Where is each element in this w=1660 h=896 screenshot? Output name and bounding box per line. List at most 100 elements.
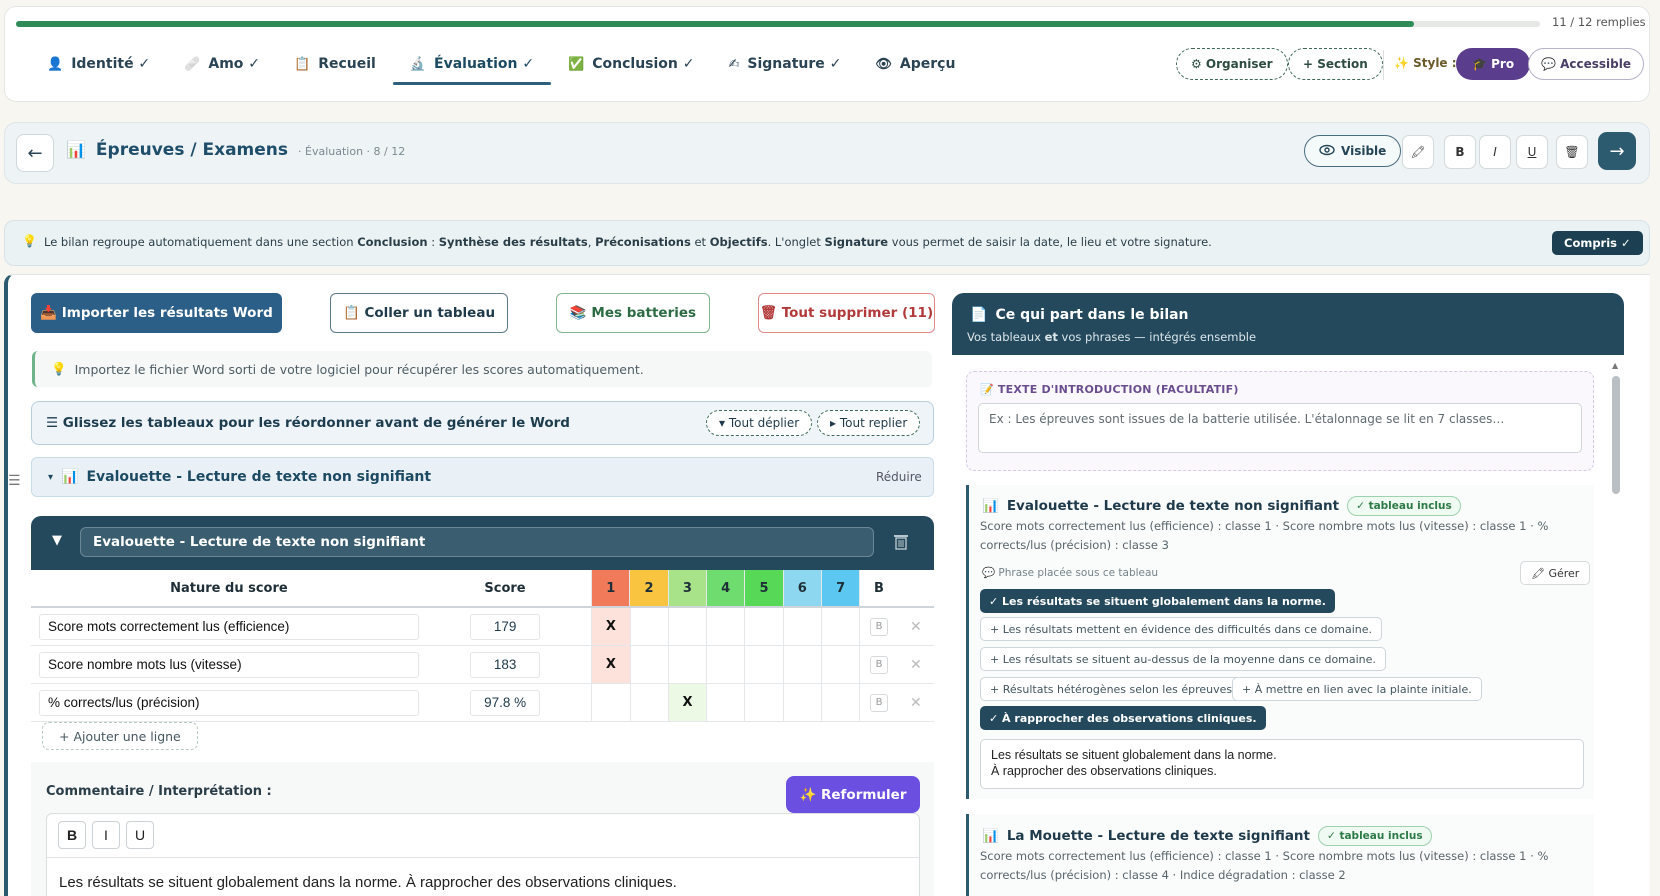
drag-handle-icon[interactable]: ☰ (8, 473, 21, 489)
table-name-input[interactable]: Evalouette - Lecture de texte non signif… (80, 527, 874, 557)
phrase-chip[interactable]: + À mettre en lien avec la plainte initi… (1232, 677, 1482, 701)
score-value-input[interactable]: 183 (470, 651, 541, 678)
chart-icon: 📊 (982, 498, 999, 514)
column-header-class-2: 2 (629, 570, 668, 606)
class-cell-3[interactable] (667, 608, 706, 645)
class-cell-3[interactable]: X (667, 684, 707, 721)
close-icon[interactable]: ✕ (910, 619, 922, 635)
collapse-table-toggle[interactable]: ▼ (52, 533, 62, 548)
class-cell-4[interactable] (706, 684, 744, 721)
tab-evaluation[interactable]: 🔬 Évaluation ✓ (392, 50, 552, 85)
score-value-input[interactable]: 179 (470, 613, 541, 640)
trash-icon[interactable] (893, 533, 909, 554)
column-header-b: B (859, 570, 897, 606)
phrase-chip[interactable]: + Les résultats se situent au-dessus de … (980, 647, 1386, 671)
score-nature-input[interactable]: Score mots correctement lus (efficience) (39, 613, 419, 640)
reformulate-button[interactable]: ✨ Reformuler (786, 776, 920, 813)
column-header-class-4: 4 (706, 570, 745, 606)
phrase-chip[interactable]: + Les résultats mettent en évidence des … (980, 617, 1383, 641)
table-header-row: Nature du score Score 1 2 3 4 5 6 7 B (31, 570, 934, 608)
editor-bold-button[interactable]: B (58, 821, 86, 849)
class-cell-2[interactable] (629, 608, 668, 645)
score-nature-input[interactable]: Score nombre mots lus (vitesse) (39, 651, 419, 678)
chart-icon: 📊 (982, 828, 999, 844)
delete-all-button[interactable]: 🗑 Tout supprimer (11) (758, 293, 935, 333)
class-cell-1[interactable]: X (591, 608, 630, 645)
info-banner-text: Le bilan regroupe automatiquement dans u… (44, 235, 1212, 249)
class-cell-4[interactable] (706, 646, 744, 683)
section-position: · Évaluation · 8 / 12 (298, 145, 406, 158)
bold-row-toggle[interactable]: B (870, 655, 889, 674)
bold-row-toggle[interactable]: B (870, 693, 889, 712)
dismiss-banner-button[interactable]: Compris ✓ (1552, 231, 1643, 255)
class-cell-5[interactable] (744, 608, 782, 645)
highlight-button[interactable]: 🖍 (1402, 135, 1434, 169)
score-value-input[interactable]: 97.8 % (470, 689, 541, 716)
table-row: Score mots correctement lus (efficience)… (31, 608, 934, 646)
lightbulb-icon: 💡 (22, 234, 37, 248)
class-cell-1[interactable] (591, 684, 629, 721)
underline-button[interactable]: U (1516, 135, 1548, 169)
bold-button[interactable]: B (1444, 135, 1476, 169)
comment-text-area[interactable]: Les résultats se situent globalement dan… (59, 874, 677, 891)
italic-button[interactable]: I (1479, 135, 1511, 169)
import-word-button[interactable]: 📥 Importer les résultats Word (31, 293, 282, 333)
column-header-class-5: 5 (744, 570, 783, 606)
class-cell-1[interactable]: X (591, 646, 630, 683)
bold-row-toggle[interactable]: B (870, 617, 889, 636)
class-cell-7[interactable] (821, 646, 859, 683)
tab-identite[interactable]: 👤 Identité ✓ (30, 50, 167, 84)
class-mark: X (605, 657, 616, 672)
style-label: ✨ Style : (1394, 56, 1457, 70)
class-cell-6[interactable] (782, 684, 821, 721)
phrase-label: 💬 Phrase placée sous ce tableau (982, 567, 1159, 579)
tab-apercu[interactable]: 👁 Aperçu (858, 50, 972, 84)
style-pro-button[interactable]: 🎓 Pro (1456, 48, 1531, 80)
tab-conclusion[interactable]: ✅ Conclusion ✓ (551, 50, 711, 84)
chart-icon: 📊 (61, 469, 79, 485)
close-icon[interactable]: ✕ (910, 695, 922, 711)
reduce-button[interactable]: Réduire (876, 470, 922, 484)
class-cell-5[interactable] (744, 646, 782, 683)
class-cell-2[interactable] (629, 646, 668, 683)
style-accessible-button[interactable]: 💬 Accessible (1528, 48, 1645, 80)
report-table-summary: Score mots correctement lus (efficience)… (980, 849, 1549, 882)
class-cell-2[interactable] (629, 684, 668, 721)
paste-table-button[interactable]: 📋 Coller un tableau (330, 293, 508, 333)
phrase-chip[interactable]: ✓ Les résultats se situent globalement d… (980, 589, 1335, 613)
score-nature-input[interactable]: % corrects/lus (précision) (39, 689, 419, 716)
document-icon: 📄 (970, 307, 988, 323)
panel-scrollbar[interactable] (1612, 376, 1620, 494)
add-section-button[interactable]: + Section (1288, 48, 1383, 80)
phrase-text-area[interactable]: Les résultats se situent globalement dan… (980, 739, 1584, 789)
completion-progress-fill (16, 21, 1414, 27)
my-batteries-button[interactable]: 📚 Mes batteries (556, 293, 710, 333)
class-cell-7[interactable] (821, 684, 859, 721)
trash-icon[interactable]: 🗑 (1556, 135, 1588, 169)
class-cell-6[interactable] (782, 646, 821, 683)
class-cell-4[interactable] (706, 608, 744, 645)
tab-recueil[interactable]: 📋 Recueil (277, 50, 393, 84)
tab-amo[interactable]: 🩹 Amo ✓ (167, 50, 277, 84)
tab-signature[interactable]: ✍ Signature ✓ (712, 50, 859, 84)
expand-all-button[interactable]: ▾ Tout déplier (706, 410, 813, 436)
intro-text-input[interactable]: Ex : Les épreuves sont issues de la batt… (978, 403, 1582, 453)
class-cell-3[interactable] (667, 646, 706, 683)
phrase-chip[interactable]: + Résultats hétérogènes selon les épreuv… (980, 677, 1246, 701)
editor-italic-button[interactable]: I (92, 821, 120, 849)
previous-section-button[interactable]: ← (16, 134, 54, 172)
manage-phrases-button[interactable]: 🖍 Gérer (1520, 561, 1591, 585)
add-row-button[interactable]: + Ajouter une ligne (42, 722, 198, 750)
visibility-toggle[interactable]: Visible (1304, 135, 1402, 167)
organize-button[interactable]: ⚙ Organiser (1176, 48, 1288, 80)
microscope-icon: 🔬 (409, 56, 427, 72)
next-section-button[interactable]: → (1598, 132, 1636, 170)
class-cell-5[interactable] (744, 684, 782, 721)
editor-underline-button[interactable]: U (126, 821, 154, 849)
class-cell-7[interactable] (821, 608, 859, 645)
phrase-chip[interactable]: ✓ À rapprocher des observations clinique… (980, 706, 1266, 730)
class-cell-6[interactable] (782, 608, 821, 645)
close-icon[interactable]: ✕ (910, 657, 922, 673)
collapse-all-button[interactable]: ▸ Tout replier (817, 410, 921, 436)
scroll-up-arrow-icon[interactable]: ▲ (1612, 361, 1618, 370)
